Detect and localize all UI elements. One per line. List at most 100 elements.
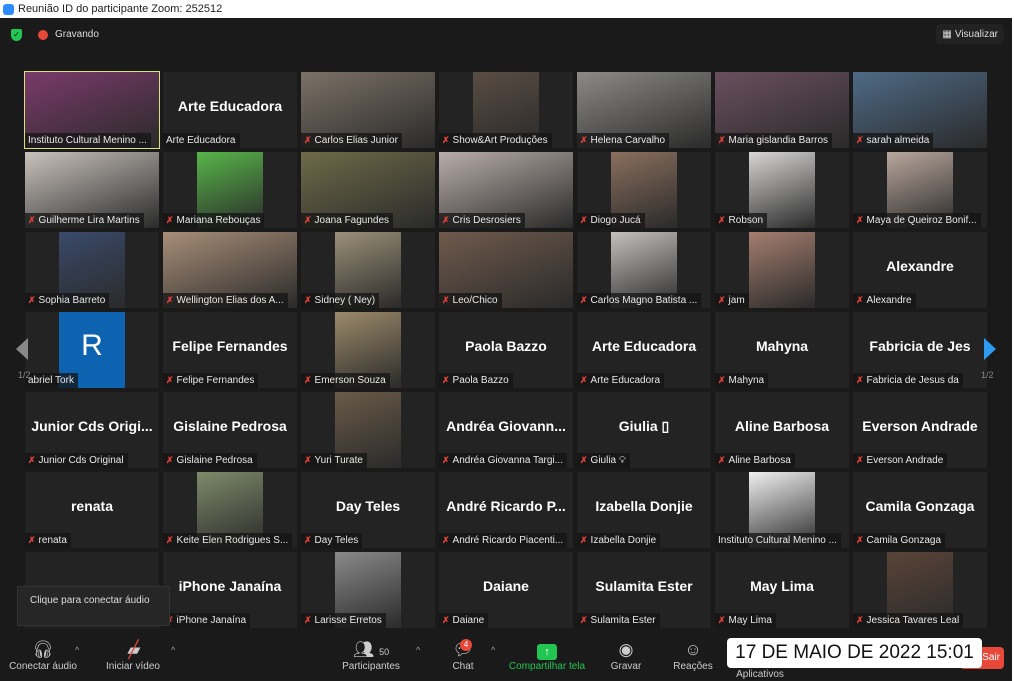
participant-tile[interactable]: ✗ Mariana Rebouças xyxy=(163,152,297,228)
mic-muted-icon: ✗ xyxy=(28,295,36,305)
participant-tile[interactable]: Camila Gonzaga ✗ Camila Gonzaga xyxy=(853,472,987,548)
participant-tile[interactable]: Everson Andrade ✗ Everson Andrade xyxy=(853,392,987,468)
connect-audio-button[interactable]: 🎧︎ Conectar áudio xyxy=(8,639,78,672)
participant-name: Guilherme Lira Martins xyxy=(38,215,140,226)
participant-tile[interactable]: ✗ Leo/Chico xyxy=(439,232,573,308)
participant-tile[interactable]: Daiane ✗ Daiane xyxy=(439,552,573,628)
participant-display-name: Fabricia de Jes xyxy=(869,338,971,354)
chat-button[interactable]: 💬︎ 4 Chat xyxy=(446,639,480,672)
participant-tile[interactable]: ✗ Joana Fagundes xyxy=(301,152,435,228)
mic-muted-icon: ✗ xyxy=(442,455,450,465)
participant-tile[interactable]: Andréa Giovann... ✗ Andréa Giovanna Targi.… xyxy=(439,392,573,468)
participant-tile[interactable]: Mahyna ✗ Mahyna xyxy=(715,312,849,388)
reactions-button[interactable]: ☺ Reações xyxy=(670,639,716,672)
participant-name: Robson xyxy=(728,215,764,226)
share-screen-button[interactable]: ↑ Compartilhar tela xyxy=(505,639,589,672)
participant-tile[interactable]: André Ricardo P... ✗ André Ricardo Piacent… xyxy=(439,472,573,548)
participant-tile[interactable]: ✗ Keite Elen Rodrigues S... xyxy=(163,472,297,548)
participant-tile[interactable]: Paola Bazzo ✗ Paola Bazzo xyxy=(439,312,573,388)
participant-name: Andréa Giovanna Targi... xyxy=(452,455,563,466)
start-video-button[interactable]: ▰╱ Iniciar vídeo xyxy=(100,639,166,672)
participant-name: Keite Elen Rodrigues S... xyxy=(176,535,289,546)
participant-tile[interactable]: Gislaine Pedrosa ✗ Gislaine Pedrosa xyxy=(163,392,297,468)
participant-display-name: iPhone Janaína xyxy=(178,578,282,594)
mic-muted-icon: ✗ xyxy=(580,615,588,625)
participant-tile[interactable]: ✗ Show&Art Produções xyxy=(439,72,573,148)
mic-muted-icon: ✗ xyxy=(580,215,588,225)
participant-tile[interactable]: Sulamita Ester ✗ Sulamita Ester xyxy=(577,552,711,628)
participant-tile[interactable]: ✗ Emerson Souza xyxy=(301,312,435,388)
participant-tile[interactable]: ✗ Maria gislandia Barros xyxy=(715,72,849,148)
participant-name: sarah almeida xyxy=(866,135,930,146)
participants-button[interactable]: 👥︎ 50 Participantes xyxy=(336,639,406,672)
participant-tile[interactable]: ✗ Jessica Tavares Leal xyxy=(853,552,987,628)
zoom-logo-icon xyxy=(3,3,14,15)
video-options-caret-icon[interactable]: ^ xyxy=(171,645,175,655)
participant-tile[interactable]: Aline Barbosa ✗ Aline Barbosa xyxy=(715,392,849,468)
reactions-label: Reações xyxy=(673,661,713,672)
participant-tile[interactable]: ✗ Yuri Turate xyxy=(301,392,435,468)
participant-tile[interactable]: iPhone Janaína✗iPhone Janaína xyxy=(163,552,297,628)
participant-tile[interactable]: Day Teles ✗ Day Teles xyxy=(301,472,435,548)
participant-tile[interactable]: ✗ Carlos Magno Batista ... xyxy=(577,232,711,308)
participant-display-name: Arte Educadora xyxy=(177,98,283,114)
participant-tile[interactable]: ✗ Helena Carvalho xyxy=(577,72,711,148)
participant-name: Diogo Jucá xyxy=(590,215,641,226)
reactions-icon: ☺ xyxy=(684,640,702,659)
connect-audio-label: Conectar áudio xyxy=(9,661,77,672)
mic-muted-icon: ✗ xyxy=(718,455,726,465)
participant-tile[interactable]: Instituto Cultural Menino ... xyxy=(24,71,160,149)
participant-tile[interactable]: Izabella Donjie ✗ Izabella Donjie xyxy=(577,472,711,548)
participant-tile[interactable]: Felipe Fernandes ✗ Felipe Fernandes xyxy=(163,312,297,388)
participant-tile[interactable]: ✗ Sophia Barreto xyxy=(25,232,159,308)
participant-tile[interactable]: ✗ Robson xyxy=(715,152,849,228)
participant-name-label: ✗ Emerson Souza xyxy=(301,373,390,388)
participant-tile[interactable]: ✗ sarah almeida xyxy=(853,72,987,148)
participant-tile[interactable]: ✗ Wellington Elias dos A... xyxy=(163,232,297,308)
participant-tile[interactable]: ✗ Sidney ( Ney) xyxy=(301,232,435,308)
participants-caret-icon[interactable]: ^ xyxy=(416,645,420,655)
mic-muted-icon: ✗ xyxy=(304,375,312,385)
audio-options-caret-icon[interactable]: ^ xyxy=(75,645,79,655)
participant-tile[interactable]: ✗ Cris Desrosiers xyxy=(439,152,573,228)
participant-display-name: Gislaine Pedrosa xyxy=(173,418,287,434)
mic-muted-icon: ✗ xyxy=(856,455,864,465)
participant-name: Arte Educadora xyxy=(166,135,236,146)
participant-tile[interactable]: May Lima ✗ May Lima xyxy=(715,552,849,628)
participant-tile[interactable]: ✗ Diogo Jucá xyxy=(577,152,711,228)
participant-name-label: ✗ Cris Desrosiers xyxy=(439,213,525,228)
participant-tile[interactable]: ✗ Larisse Erretos xyxy=(301,552,435,628)
participant-name: iPhone Janaína xyxy=(176,615,247,626)
mic-muted-icon: ✗ xyxy=(856,535,864,545)
mic-muted-icon: ✗ xyxy=(304,455,312,465)
participant-tile[interactable]: Alexandre ✗ Alexandre xyxy=(853,232,987,308)
participant-tile[interactable]: ✗ Maya de Queiroz Bonif... xyxy=(853,152,987,228)
next-page-arrow-icon[interactable] xyxy=(984,338,996,360)
participant-tile[interactable]: ✗ Guilherme Lira Martins xyxy=(25,152,159,228)
recording-label: Gravando xyxy=(55,29,99,40)
participant-tile[interactable]: Arte Educadora ✗ Arte Educadora xyxy=(577,312,711,388)
participant-name-label: ✗ Mariana Rebouças xyxy=(163,213,265,228)
participant-tile[interactable]: ✗ Carlos Elias Junior xyxy=(301,72,435,148)
participant-name-label: ✗ André Ricardo Piacenti... xyxy=(439,533,568,548)
security-shield-icon[interactable]: ✓ xyxy=(11,29,22,41)
mic-muted-icon: ✗ xyxy=(442,375,450,385)
participant-name: Mariana Rebouças xyxy=(176,215,261,226)
participant-tile[interactable]: renata ✗ renata xyxy=(25,472,159,548)
participant-tile[interactable]: ✗ jam xyxy=(715,232,849,308)
participant-tile[interactable]: Junior Cds Origi... ✗ Junior Cds Original xyxy=(25,392,159,468)
participant-tile[interactable]: Instituto Cultural Menino ... xyxy=(715,472,849,548)
participant-display-name: Paola Bazzo xyxy=(465,338,547,354)
participant-tile[interactable]: Rabriel Tork xyxy=(25,312,159,388)
previous-page-arrow-icon[interactable] xyxy=(16,338,28,360)
participant-tile[interactable]: Fabricia de Jes ✗ Fabricia de Jesus da xyxy=(853,312,987,388)
record-button[interactable]: ◉ Gravar xyxy=(606,639,646,672)
participant-tile[interactable]: Giulia ▯ ✗ Giulia 💡︎ xyxy=(577,392,711,468)
participant-name-label: Instituto Cultural Menino ... xyxy=(715,533,841,548)
chat-caret-icon[interactable]: ^ xyxy=(491,645,495,655)
mic-muted-icon: ✗ xyxy=(442,535,450,545)
participant-tile[interactable]: Arte Educadora Arte Educadora xyxy=(163,72,297,148)
participant-name-label: ✗ Show&Art Produções xyxy=(439,133,552,148)
view-button[interactable]: ▦ Visualizar xyxy=(936,24,1004,44)
mic-muted-icon: ✗ xyxy=(304,535,312,545)
